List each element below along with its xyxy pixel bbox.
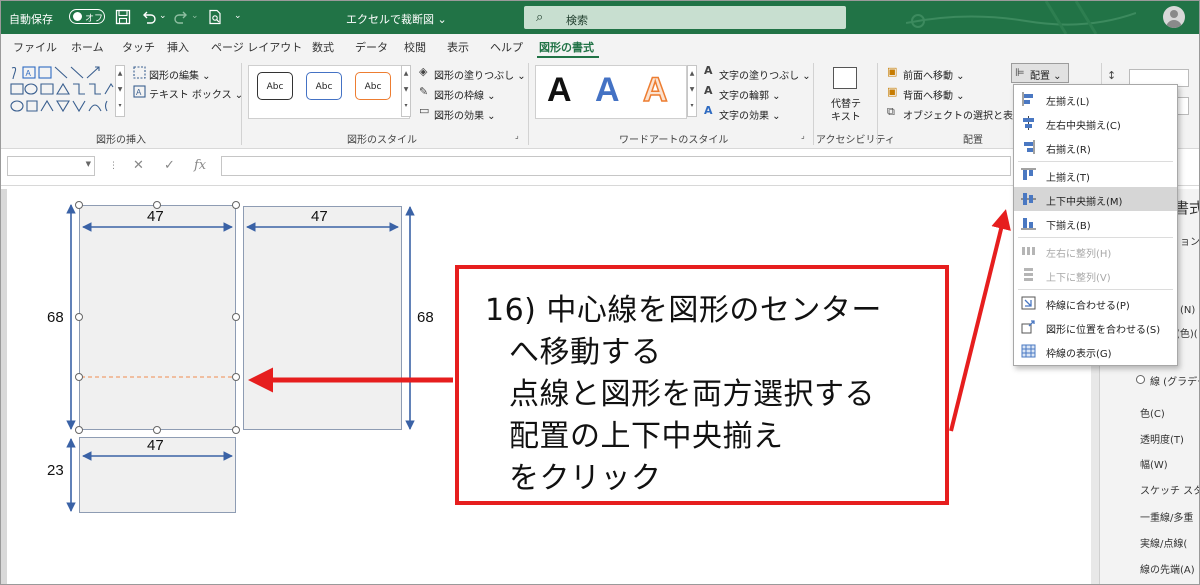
callout-line-5: をクリック <box>509 461 662 496</box>
menu-item-label: 枠線に合わせる(P) <box>1046 301 1130 312</box>
resize-handle[interactable] <box>232 373 240 381</box>
menu-item-label: 下揃え(B) <box>1046 221 1091 232</box>
resize-handle[interactable] <box>232 426 240 434</box>
distribute-vertically-icon <box>1024 268 1033 281</box>
menu-item-label: 枠線の表示(G) <box>1046 349 1112 360</box>
menu-item-label: 上揃え(T) <box>1046 173 1090 184</box>
menu-item-label: 左揃え(L) <box>1046 97 1090 108</box>
instruction-callout: 16) 中心線を図形のセンター へ移動する 点線と図形を両方選択する 配置の上下… <box>455 265 949 505</box>
line-gradient-radio[interactable] <box>1136 375 1145 384</box>
menu-separator <box>1018 237 1173 238</box>
menu-item-label: 上下中央揃え(M) <box>1046 197 1123 208</box>
align-top-icon <box>1021 168 1036 180</box>
menu-item-snap-to-shape[interactable]: 図形に位置を合わせる(S) <box>1014 315 1177 339</box>
menu-item-align-right[interactable]: 右揃え(R) <box>1014 135 1177 159</box>
menu-item-label: 図形に位置を合わせる(S) <box>1046 325 1161 336</box>
pane-row-cap: 線の先端(A) <box>1140 565 1195 576</box>
menu-item-distribute-horizontally[interactable]: 左右に整列(H) <box>1014 239 1177 263</box>
align-menu: 左揃え(L) 左右中央揃え(C) 右揃え(R) 上揃え(T) 上下中央揃え(M)… <box>1013 84 1178 366</box>
pane-row-compound: 一重線/多重 <box>1140 513 1194 524</box>
snap-to-shape-icon <box>1021 320 1035 334</box>
align-middle-icon <box>1021 193 1036 205</box>
menu-item-label: 上下に整列(V) <box>1046 273 1111 284</box>
pane-row-dash: 実線/点線( <box>1140 539 1188 550</box>
dimension-label-right-height: 68 <box>417 309 434 326</box>
align-right-icon <box>1024 140 1035 154</box>
resize-handle[interactable] <box>75 201 83 209</box>
menu-item-snap-to-grid[interactable]: 枠線に合わせる(P) <box>1014 291 1177 315</box>
resize-handle[interactable] <box>75 373 83 381</box>
resize-handle[interactable] <box>153 426 161 434</box>
pane-section-fragment: ョン <box>1180 237 1200 248</box>
align-center-icon <box>1023 116 1034 130</box>
dimension-label-left-height: 68 <box>47 309 64 326</box>
menu-separator <box>1018 289 1173 290</box>
callout-line-3: 点線と図形を両方選択する <box>509 377 875 412</box>
pane-row-sketch: スケッチ スタイ <box>1140 486 1199 497</box>
pane-row-transparency: 透明度(T) <box>1140 435 1184 446</box>
menu-item-view-gridlines[interactable]: 枠線の表示(G) <box>1014 339 1177 363</box>
resize-handle[interactable] <box>75 313 83 321</box>
distribute-horizontally-icon <box>1022 247 1035 255</box>
pane-option-color[interactable]: (色)( <box>1176 325 1198 340</box>
callout-line-1: 16) 中心線を図形のセンター <box>485 293 882 328</box>
menu-item-label: 右揃え(R) <box>1046 145 1091 156</box>
align-bottom-icon <box>1021 218 1036 230</box>
gridlines-icon <box>1021 344 1036 358</box>
pane-line-gradient[interactable]: 線 (グラデー <box>1150 373 1199 388</box>
snap-to-grid-icon <box>1021 296 1036 310</box>
menu-item-label: 左右に整列(H) <box>1046 249 1112 260</box>
resize-handle[interactable] <box>232 201 240 209</box>
pane-row-color: 色(C) <box>1140 409 1165 420</box>
menu-separator <box>1018 161 1173 162</box>
menu-item-align-center[interactable]: 左右中央揃え(C) <box>1014 111 1177 135</box>
dimension-label-bottom-height: 23 <box>47 462 64 479</box>
dimension-label-top-right: 47 <box>311 208 328 225</box>
align-left-icon <box>1022 92 1033 106</box>
dimension-label-bottom-width: 47 <box>147 437 164 454</box>
callout-line-2: へ移動する <box>509 335 662 370</box>
callout-line-4: 配置の上下中央揃え <box>509 419 784 454</box>
dimension-label-top-left: 47 <box>147 208 164 225</box>
menu-item-label: 左右中央揃え(C) <box>1046 121 1121 132</box>
menu-item-align-top[interactable]: 上揃え(T) <box>1014 163 1177 187</box>
menu-item-align-left[interactable]: 左揃え(L) <box>1014 87 1177 111</box>
resize-handle[interactable] <box>232 313 240 321</box>
menu-item-align-middle[interactable]: 上下中央揃え(M) <box>1014 187 1177 211</box>
resize-handle[interactable] <box>75 426 83 434</box>
menu-item-distribute-vertically[interactable]: 上下に整列(V) <box>1014 263 1177 287</box>
menu-item-align-bottom[interactable]: 下揃え(B) <box>1014 211 1177 235</box>
pane-option-n[interactable]: (N) <box>1180 305 1195 316</box>
pane-row-width: 幅(W) <box>1140 460 1168 471</box>
excel-window: 自動保存 オフ ⌄ ⌄ ⌄ エクセルで裁断図 ⌄ ⌕ 検索 ファイル ホーム タ… <box>0 0 1200 585</box>
